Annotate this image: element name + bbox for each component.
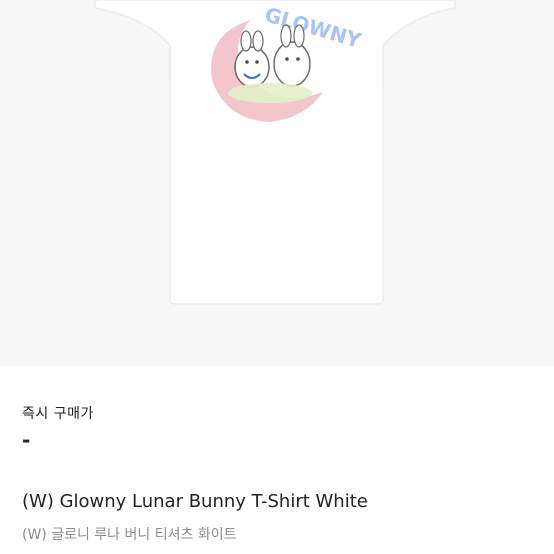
product-title-english: (W) Glowny Lunar Bunny T-Shirt White bbox=[22, 491, 368, 512]
left-bunny bbox=[234, 46, 270, 88]
tshirt-image: GLOWNY bbox=[0, 0, 554, 366]
product-info: 즉시 구매가 - (W) Glowny Lunar Bunny T-Shirt … bbox=[0, 366, 554, 554]
instant-purchase-label: 즉시 구매가 bbox=[22, 406, 94, 422]
grass-patch bbox=[228, 83, 312, 103]
product-image[interactable]: GLOWNY bbox=[0, 0, 554, 366]
right-bunny bbox=[273, 41, 311, 87]
instant-purchase-price: - bbox=[22, 428, 31, 452]
product-title-korean: (W) 글로니 루나 버니 티셔츠 화이트 bbox=[22, 527, 237, 543]
product-page: GLOWNY 즉시 구매가 - (W) Glowny Lunar Bunny T… bbox=[0, 0, 554, 554]
